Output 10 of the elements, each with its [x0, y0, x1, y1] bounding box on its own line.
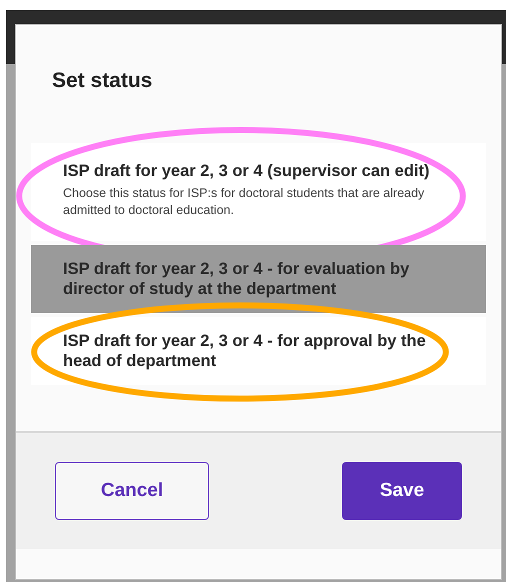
option-description: Choose this status for ISP:s for doctoral students that are already admitted to doctoral education.: [63, 184, 426, 218]
option-title: ISP draft for year 2, 3 or 4 - for evaluation by director of study at the department: [63, 258, 410, 298]
status-option[interactable]: ISP draft for year 2, 3 or 4 (supervisor can edit) Choose this status for ISP:s for doctoral students that are already admitted to doctoral education.: [31, 142, 486, 240]
status-option[interactable]: ISP draft for year 2, 3 or 4 - for approval by the head of department: [31, 316, 486, 384]
option-title: ISP draft for year 2, 3 or 4 (supervisor can edit): [63, 160, 430, 180]
save-button[interactable]: Save: [342, 462, 462, 520]
status-option[interactable]: ISP draft for year 2, 3 or 4 - for evaluation by director of study at the department: [31, 244, 486, 312]
option-title: ISP draft for year 2, 3 or 4 - for approval by the head of department: [63, 330, 427, 370]
cancel-button[interactable]: Cancel: [55, 462, 209, 520]
dialog-title: Set status: [52, 68, 154, 94]
